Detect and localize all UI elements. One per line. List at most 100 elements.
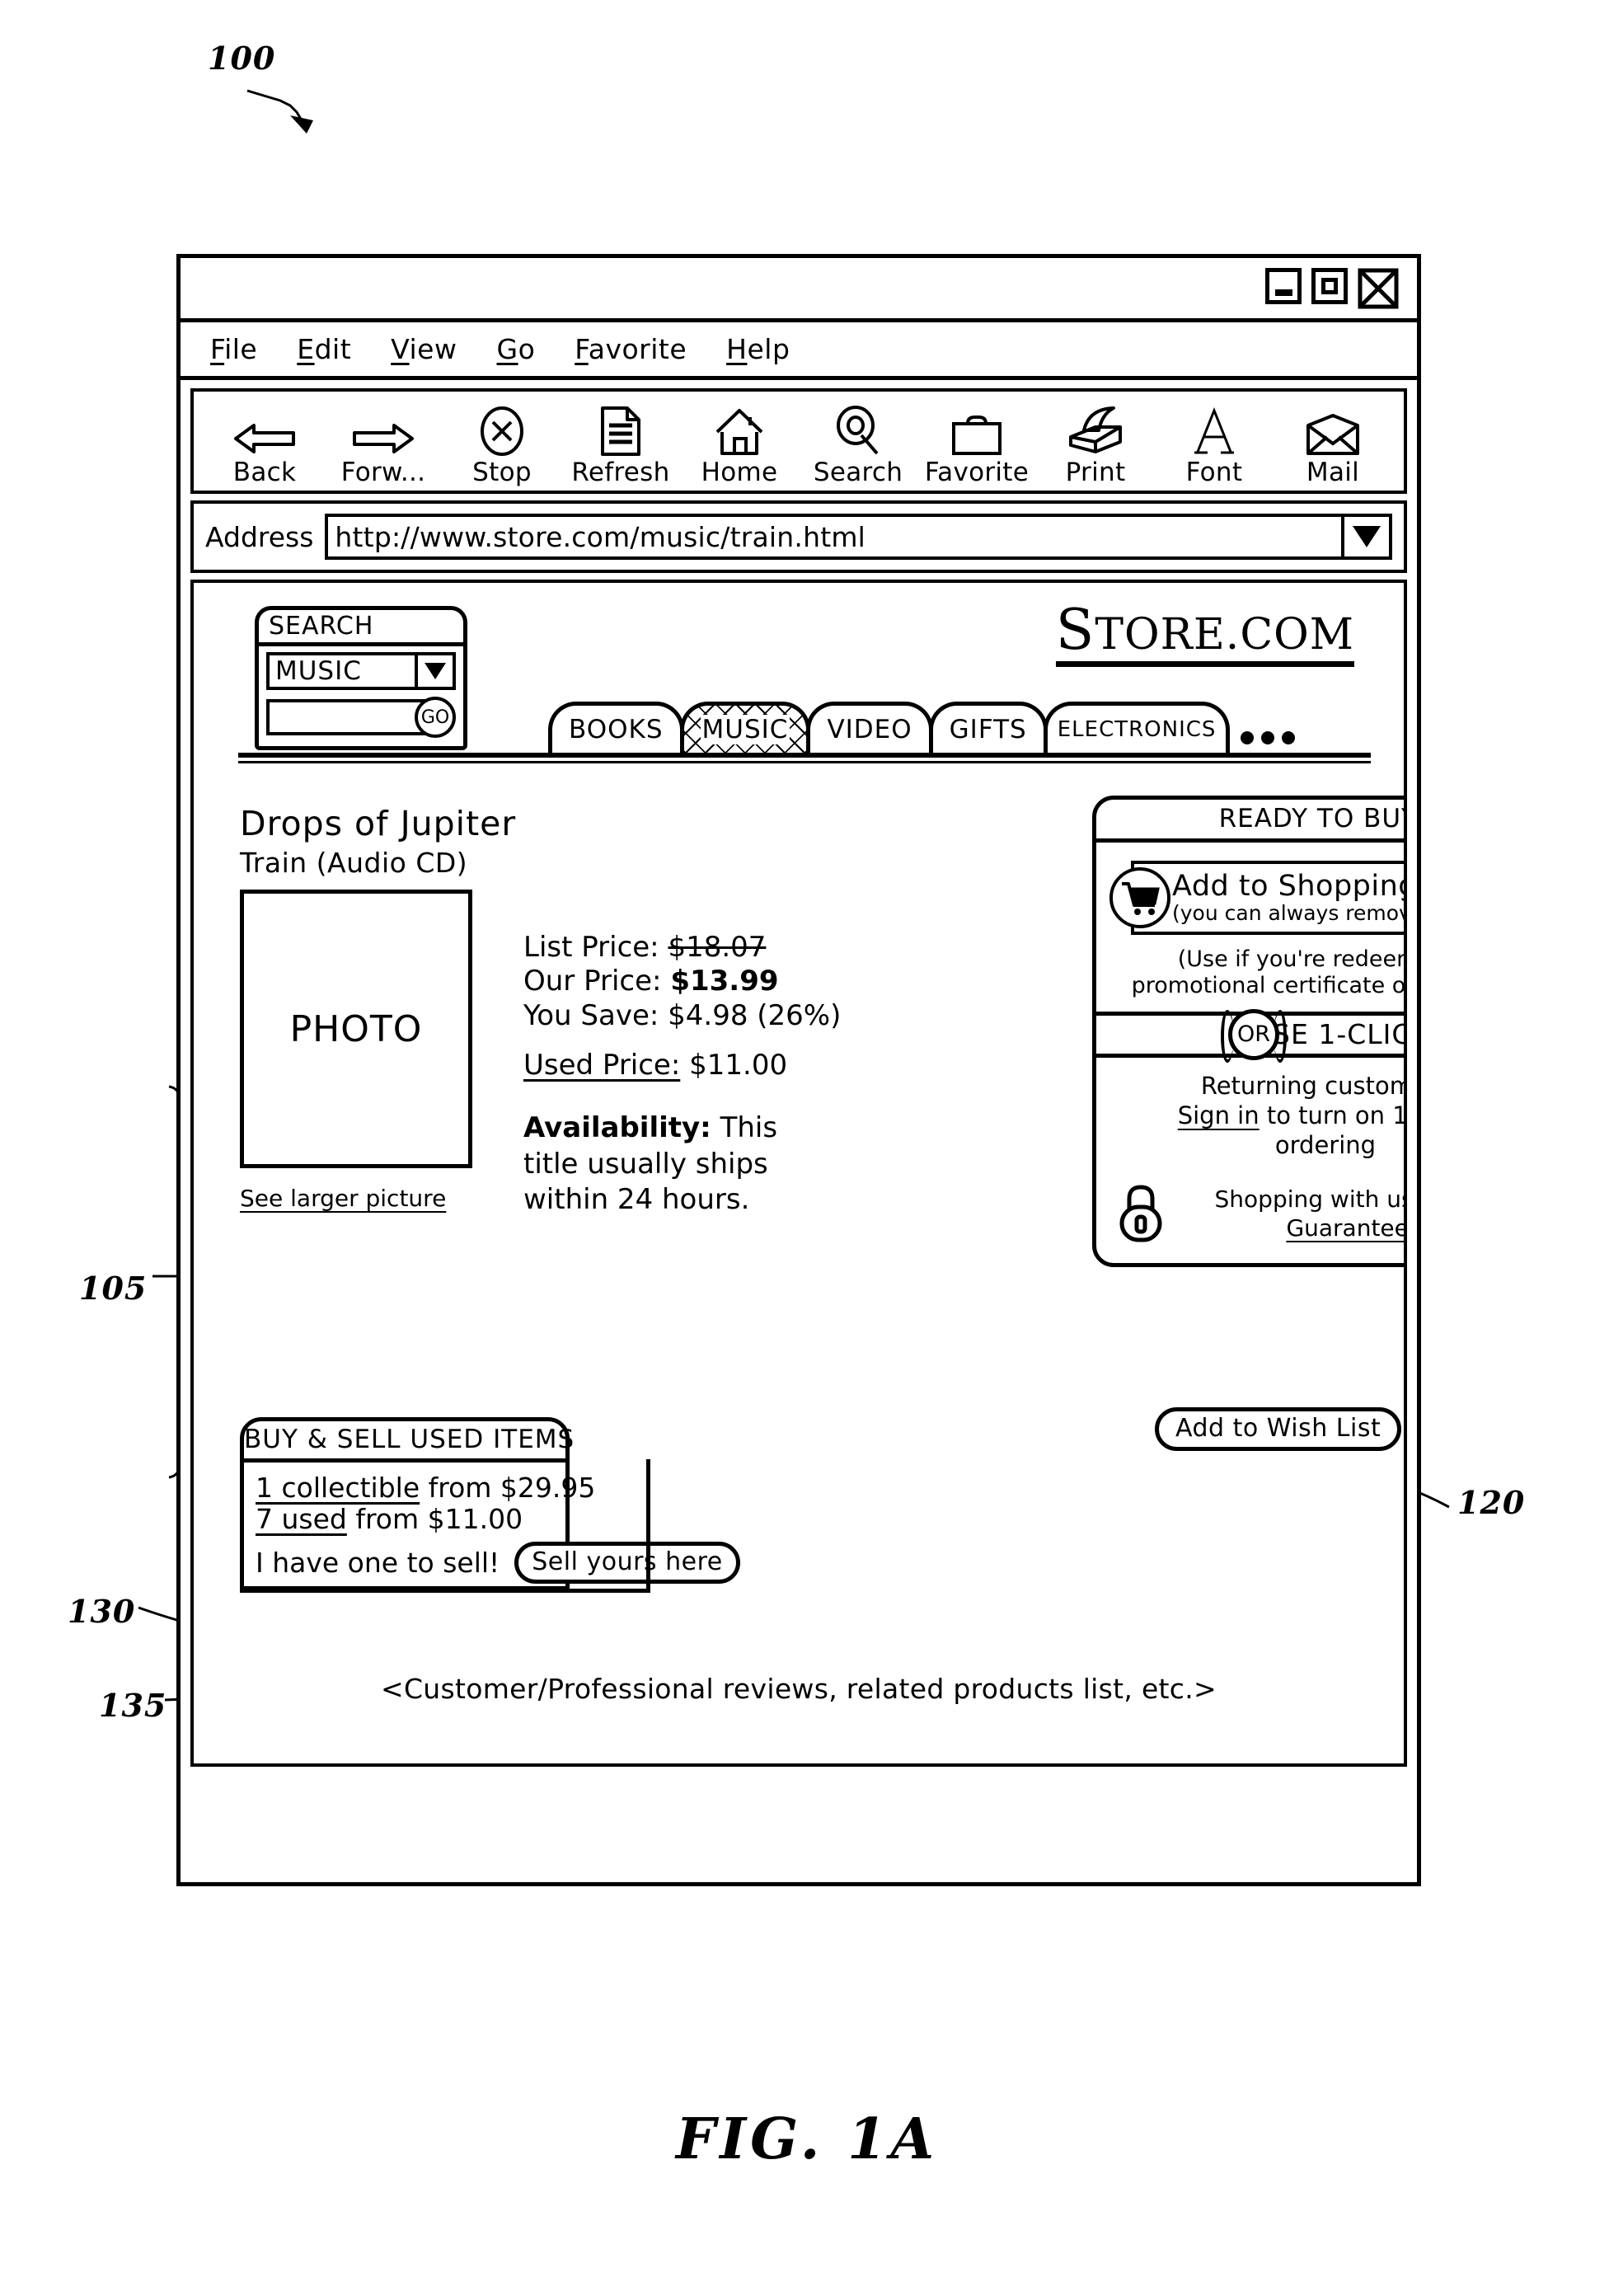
price-label: Our Price: <box>523 965 662 998</box>
buy-sell-used-items-title: BUY & SELL USED ITEMS <box>244 1421 574 1463</box>
minimize-button[interactable] <box>1265 268 1302 304</box>
search-row: GO <box>266 697 456 738</box>
price-block: List Price: $18.07 Our Price: $13.99 You… <box>523 931 841 1033</box>
see-larger-picture-link[interactable]: See larger picture <box>240 1185 446 1212</box>
returning-customer-line2b: ordering <box>1274 1131 1377 1160</box>
title-bar <box>181 258 1417 322</box>
close-button[interactable] <box>1358 268 1399 309</box>
toolbar-button-back[interactable]: Back <box>212 406 317 487</box>
menu-label: ile <box>224 333 258 365</box>
logo-rest-tore: TORE <box>1095 610 1226 660</box>
menu-mnemonic: F <box>575 333 589 365</box>
menu-item-edit[interactable]: Edit <box>297 333 351 365</box>
toolbar-button-favorite[interactable]: Favorite <box>924 406 1030 487</box>
toolbar-button-home[interactable]: Home <box>687 406 792 487</box>
menu-label: avorite <box>588 333 687 365</box>
maximize-button[interactable] <box>1311 268 1348 304</box>
store-logo[interactable]: STORE.COM <box>1055 601 1354 668</box>
menu-item-file[interactable]: File <box>210 333 257 365</box>
toolbar-button-print[interactable]: Print <box>1043 406 1148 487</box>
address-dropdown-button[interactable] <box>1341 517 1389 556</box>
collectible-link[interactable]: 1 collectible <box>256 1472 420 1504</box>
menu-label: dit <box>314 333 352 365</box>
menu-mnemonic: V <box>391 333 410 365</box>
shopping-cart-icon <box>1109 867 1170 928</box>
menu-item-favorite[interactable]: Favorite <box>575 333 687 365</box>
sell-prompt: I have one to sell! <box>256 1547 500 1579</box>
search-input[interactable] <box>266 699 426 735</box>
collectible-line: 1 collectible from $29.95 <box>256 1472 595 1504</box>
toolbar-label: Home <box>701 458 778 487</box>
more-tabs-ellipsis-icon[interactable] <box>1241 731 1296 744</box>
house-icon <box>714 406 765 457</box>
letter-a-icon <box>1193 406 1236 457</box>
chevron-down-icon <box>425 663 446 679</box>
toolbar-button-refresh[interactable]: Refresh <box>568 406 673 487</box>
header-divider <box>238 753 1371 763</box>
toolbar-button-search[interactable]: Search <box>805 406 911 487</box>
store-tab-gifts[interactable]: GIFTS <box>928 702 1048 753</box>
page-viewport: SEARCH MUSIC GO STORE.COM BOOKS MUSIC VI… <box>190 580 1407 1767</box>
toolbar-button-stop[interactable]: Stop <box>449 406 555 487</box>
used-link[interactable]: 7 used <box>256 1503 347 1535</box>
logo-rest-com: COM <box>1240 610 1354 660</box>
window-controls <box>1265 268 1399 309</box>
toolbar-button-mail[interactable]: Mail <box>1280 406 1386 487</box>
document-icon <box>599 406 642 457</box>
sign-in-link[interactable]: Sign in <box>1178 1101 1260 1129</box>
buy-sell-used-items-body: 1 collectible from $29.95 7 used from $1… <box>244 1463 740 1586</box>
toolbar-label: Favorite <box>924 458 1030 487</box>
envelope-icon <box>1304 406 1362 457</box>
menu-label: iew <box>409 333 457 365</box>
figure-caption: FIG. 1A <box>676 2106 939 2172</box>
address-input[interactable]: http://www.store.com/music/train.html <box>325 514 1392 560</box>
callout-135: 135 <box>99 1687 167 1724</box>
store-tab-books[interactable]: BOOKS <box>548 702 684 753</box>
callout-105: 105 <box>79 1270 148 1307</box>
buy-sell-used-items-panel: BUY & SELL USED ITEMS 1 collectible from… <box>240 1417 740 1590</box>
menu-item-help[interactable]: Help <box>726 333 790 365</box>
toolbar-label: Font <box>1185 458 1243 487</box>
logo-dot: . <box>1225 610 1241 660</box>
menu-mnemonic: H <box>726 333 748 365</box>
add-to-wish-list-button[interactable]: Add to Wish List <box>1155 1407 1402 1451</box>
guaranteed-link[interactable]: Guaranteed. <box>1286 1214 1404 1242</box>
availability-label: Availability: <box>523 1111 711 1144</box>
menu-item-view[interactable]: View <box>391 333 457 365</box>
price-row-list: List Price: $18.07 <box>523 931 841 965</box>
callout-120: 120 <box>1457 1484 1526 1521</box>
store-tab-music[interactable]: MUSIC <box>679 702 811 753</box>
store-tab-label: GIFTS <box>949 714 1027 744</box>
shopping-safe-line1: Shopping with us is safe. <box>1214 1185 1404 1213</box>
callout-100: 100 <box>208 40 276 77</box>
add-to-shopping-cart-button[interactable]: Add to Shopping Cart (you can always rem… <box>1109 861 1404 935</box>
store-tab-video[interactable]: VIDEO <box>806 702 933 753</box>
chevron-down-icon <box>1353 526 1381 547</box>
store-tab-electronics[interactable]: ELECTRONICS <box>1043 702 1231 753</box>
price-value: $4.98 (26%) <box>668 998 842 1032</box>
toolbar-button-forward[interactable]: Forw... <box>331 406 436 487</box>
menu-item-go[interactable]: Go <box>496 333 535 365</box>
search-go-button[interactable]: GO <box>415 697 456 738</box>
toolbar-label: Forw... <box>340 458 426 487</box>
browser-window: File Edit View Go Favorite Help Back For… <box>176 254 1421 1886</box>
menu-label: elp <box>747 333 790 365</box>
ready-to-buy-title: READY TO BUY? <box>1096 800 1404 843</box>
arrow-left-icon <box>232 406 297 457</box>
product-artist-format: Train (Audio CD) <box>240 847 468 879</box>
search-category-dropdown-button[interactable] <box>415 655 453 687</box>
used-rest: from $11.00 <box>346 1503 523 1536</box>
used-price-link[interactable]: Used Price: <box>523 1049 680 1082</box>
address-bar: Address http://www.store.com/music/train… <box>190 500 1407 573</box>
use-one-click-section[interactable]: OR USE 1-CLICK <box>1096 1008 1404 1063</box>
toolbar-button-font[interactable]: Font <box>1161 406 1267 487</box>
product-photo-placeholder[interactable]: PHOTO <box>240 890 472 1168</box>
menu-mnemonic: F <box>210 333 225 365</box>
arrow-right-icon <box>351 406 415 457</box>
returning-customer-line1: Returning customer? <box>1200 1071 1404 1100</box>
sell-yours-here-button[interactable]: Sell yours here <box>514 1542 740 1584</box>
toolbar-label: Mail <box>1306 458 1360 487</box>
search-category-select[interactable]: MUSIC <box>266 652 456 690</box>
ready-to-buy-panel: READY TO BUY? Add to Shopping Cart (you … <box>1092 796 1404 1267</box>
search-category-value: MUSIC <box>275 656 362 686</box>
